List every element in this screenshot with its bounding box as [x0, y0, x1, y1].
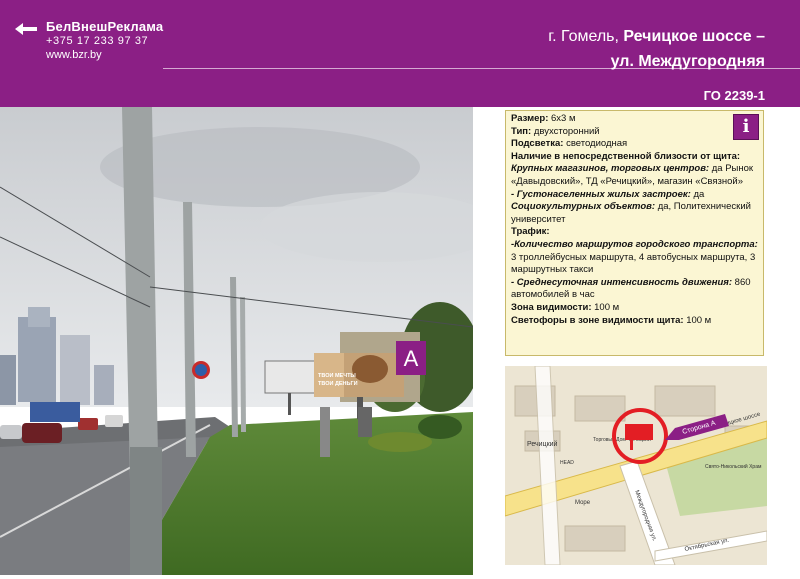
shops-row: Крупных магазинов, торговых центров: да …: [511, 163, 754, 187]
company-phone: +375 17 233 97 37: [46, 35, 149, 47]
visibility-row: Зона видимости: 100 м: [511, 301, 620, 313]
billboard-text-1: ТВОИ МЕЧТЫ: [318, 373, 356, 379]
map-label-church: Свято-Никольский Храм: [705, 463, 762, 470]
size-row: Размер: 6х3 м: [511, 113, 576, 124]
billboard-text-2: ТВОИ ДЕНЬГИ: [318, 381, 358, 387]
company-website: www.bzr.by: [46, 49, 102, 61]
location-photo: ТВОИ МЕЧТЫ ТВОИ ДЕНЬГИ А: [0, 107, 473, 575]
type-row: Тип: двухсторонний: [511, 125, 600, 137]
logo-mark-icon: [15, 23, 37, 35]
info-panel: i Размер: 6х3 м Тип: двухсторонний Подсв…: [505, 110, 764, 356]
street-photo-image: ТВОИ МЕЧТЫ ТВОИ ДЕНЬГИ А: [0, 107, 473, 575]
near-heading: Наличие в непосредственной близости от щ…: [511, 150, 741, 162]
intensity-row: - Среднесуточная интенсивность движения:…: [511, 276, 751, 301]
street-1: Речицкое шоссе –: [623, 28, 765, 45]
info-icon-glyph: i: [742, 116, 750, 137]
traffic-lights-row: Светофоры в зоне видимости щита: 100 м: [511, 314, 712, 326]
side-a-label: А: [404, 346, 419, 371]
traffic-heading: Трафик:: [511, 226, 550, 238]
billboard-code: ГО 2239-1: [703, 88, 765, 103]
dense-row: - Густонаселенных жилых застроек: да: [511, 188, 705, 200]
location-map[interactable]: Речицкий Торговый Дом "Речицкий" Речицко…: [505, 366, 767, 565]
map-image: Речицкий Торговый Дом "Речицкий" Речицко…: [505, 366, 767, 565]
company-name: БелВнешРеклама: [46, 19, 164, 34]
map-label-head: HEAD: [560, 460, 574, 466]
billboard-marker-icon: [625, 424, 653, 440]
header-banner: БелВнешРеклама +375 17 233 97 37 www.bzr…: [0, 0, 800, 107]
routes-row: -Количество маршрутов городского транспо…: [511, 238, 758, 276]
street-2: ул. Междугородняя: [610, 53, 765, 70]
location-title: г. Гомель, Речицкое шоссе – ул. Междугор…: [548, 24, 765, 74]
map-label-rechitsky: Речицкий: [527, 440, 558, 448]
social-row: Социокультурных объектов: да, Политехнич…: [511, 201, 751, 225]
city-name: г. Гомель,: [548, 28, 619, 45]
light-row: Подсветка: светодиодная: [511, 138, 628, 150]
map-label-more: Море: [575, 500, 591, 506]
info-icon[interactable]: i: [733, 114, 759, 140]
